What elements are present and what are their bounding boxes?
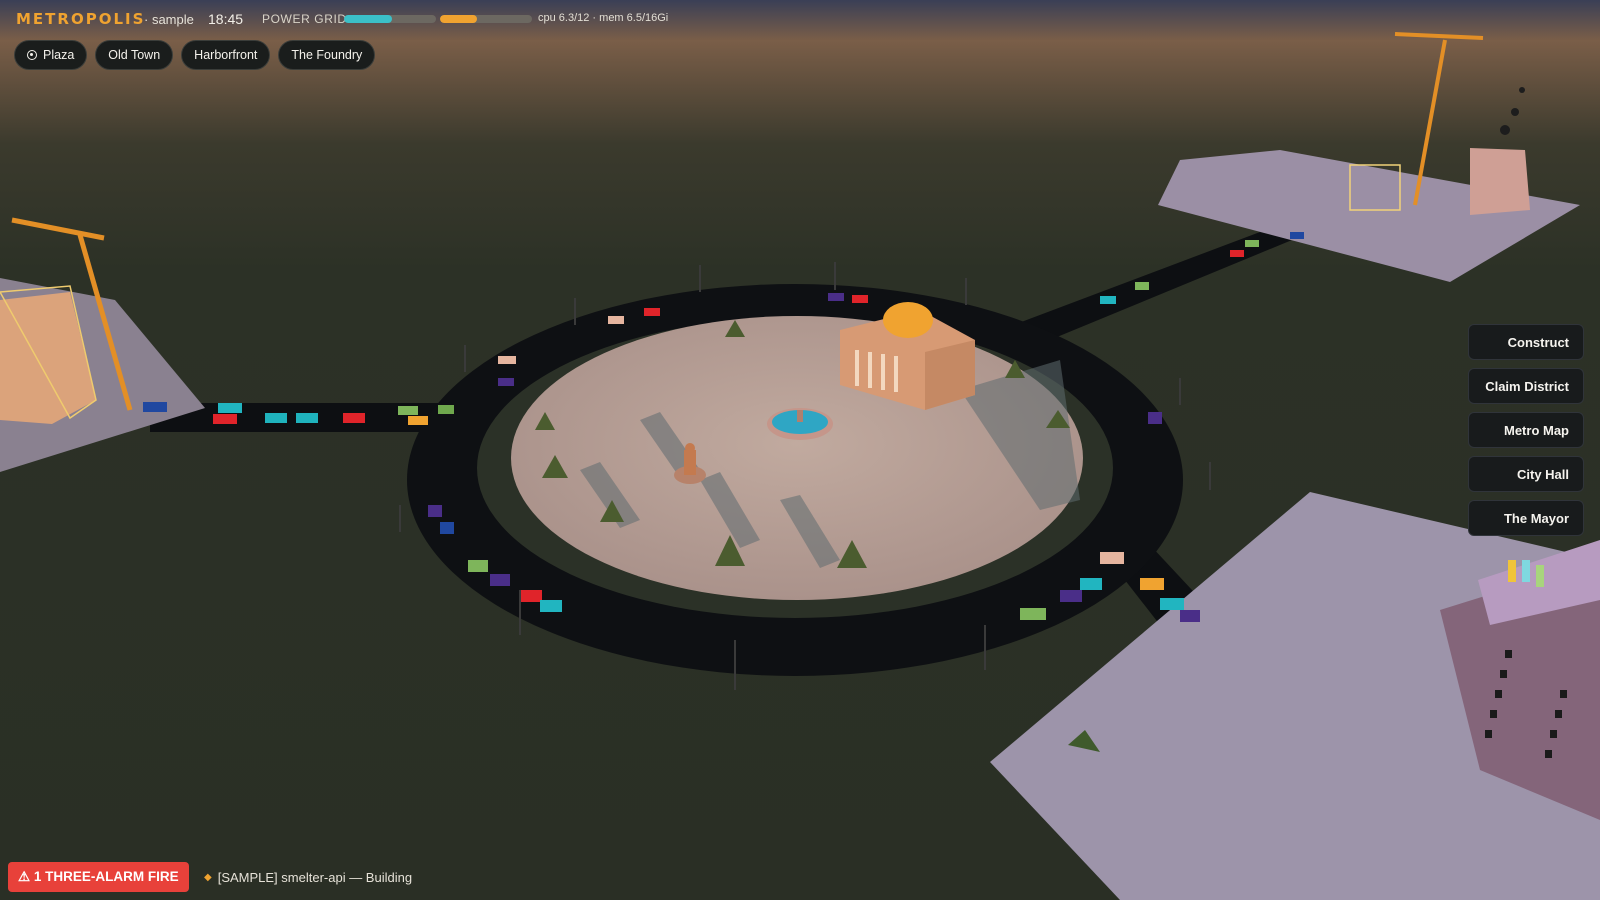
ticker-text: [SAMPLE] smelter-api — Building bbox=[217, 870, 413, 885]
tab-label: Plaza bbox=[43, 48, 75, 62]
event-ticker[interactable]: ◆ [SAMPLE] smelter-api — Building bbox=[204, 870, 412, 885]
tab-the-foundry[interactable]: The Foundry bbox=[278, 40, 376, 70]
tab-plaza[interactable]: Plaza bbox=[14, 40, 88, 70]
construct-button[interactable]: Construct bbox=[1468, 324, 1584, 360]
tab-label: The Foundry bbox=[291, 48, 363, 62]
alert-label: ⚠ 1 THREE-ALARM FIRE bbox=[18, 869, 179, 884]
metro-map-button[interactable]: Metro Map bbox=[1468, 412, 1584, 448]
fountain bbox=[767, 408, 833, 440]
fire-alert-button[interactable]: ⚠ 1 THREE-ALARM FIRE bbox=[8, 862, 189, 892]
city-hall-button[interactable]: City Hall bbox=[1468, 456, 1584, 492]
diamond-icon: ◆ bbox=[204, 872, 212, 883]
tab-harborfront[interactable]: Harborfront bbox=[181, 40, 271, 70]
tab-old-town[interactable]: Old Town bbox=[95, 40, 174, 70]
claim-district-button[interactable]: Claim District bbox=[1468, 368, 1584, 404]
district-tabs: Plaza Old Town Harborfront The Foundry bbox=[14, 40, 376, 70]
tab-label: Harborfront bbox=[194, 48, 258, 62]
radio-selected-icon bbox=[27, 50, 37, 60]
tab-label: Old Town bbox=[108, 48, 161, 62]
plaza-ground bbox=[511, 316, 1083, 600]
action-menu: Construct Claim District Metro Map City … bbox=[1468, 324, 1584, 536]
city-scene[interactable] bbox=[0, 0, 1600, 900]
the-mayor-button[interactable]: The Mayor bbox=[1468, 500, 1584, 536]
